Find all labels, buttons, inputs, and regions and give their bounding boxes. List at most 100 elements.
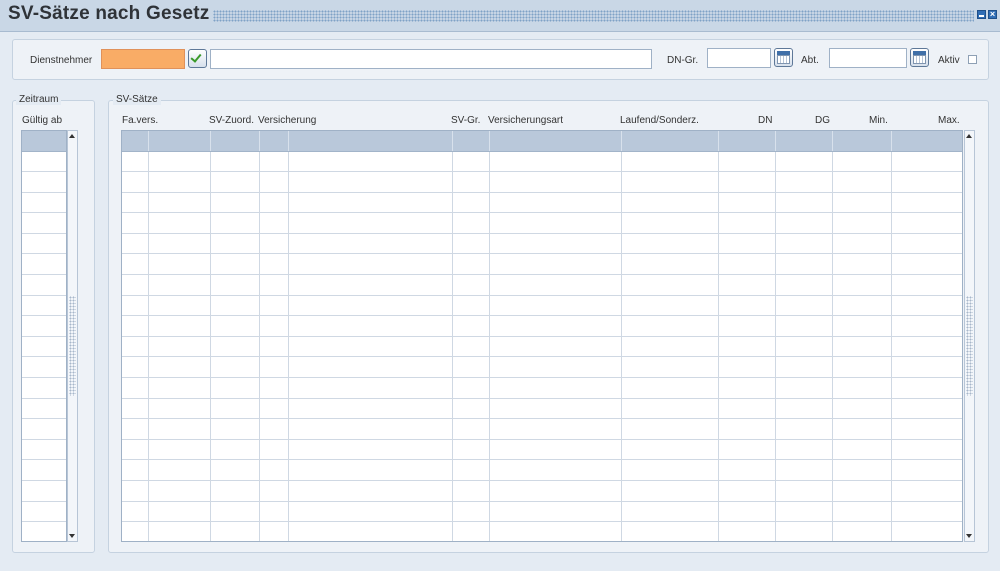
table-cell[interactable]: [621, 295, 719, 317]
table-cell[interactable]: [718, 253, 776, 276]
table-cell[interactable]: [718, 295, 776, 317]
table-cell[interactable]: [259, 356, 289, 379]
table-cell[interactable]: [259, 521, 289, 541]
table-cell[interactable]: [210, 501, 260, 523]
table-cell[interactable]: [832, 398, 892, 420]
table-cell[interactable]: [122, 151, 149, 173]
table-cell[interactable]: [621, 377, 719, 399]
table-cell[interactable]: [718, 192, 776, 214]
table-row[interactable]: [22, 295, 66, 317]
table-cell[interactable]: [891, 377, 962, 399]
table-cell[interactable]: [122, 295, 149, 317]
dienstnehmer-name-field[interactable]: [210, 49, 652, 69]
table-cell[interactable]: [775, 192, 833, 214]
table-cell[interactable]: [489, 295, 622, 317]
table-cell[interactable]: [775, 356, 833, 379]
table-cell[interactable]: [288, 336, 453, 358]
table-cell[interactable]: [832, 233, 892, 255]
table-cell[interactable]: [452, 295, 490, 317]
table-cell[interactable]: [288, 501, 453, 523]
table-cell[interactable]: [148, 356, 211, 379]
table-cell[interactable]: [288, 398, 453, 420]
table-cell[interactable]: [288, 151, 453, 173]
table-cell[interactable]: [489, 171, 622, 193]
table-cell[interactable]: [832, 274, 892, 296]
table-cell[interactable]: [891, 274, 962, 296]
table-cell[interactable]: [210, 418, 260, 440]
confirm-button[interactable]: [188, 49, 207, 68]
table-cell[interactable]: [148, 377, 211, 399]
table-cell[interactable]: [288, 377, 453, 399]
table-cell[interactable]: [775, 521, 833, 541]
svsaetze-table[interactable]: [121, 130, 963, 542]
table-cell[interactable]: [452, 439, 490, 461]
table-row[interactable]: [22, 336, 66, 358]
table-cell[interactable]: [288, 356, 453, 379]
table-cell[interactable]: [22, 253, 66, 276]
table-cell[interactable]: [22, 233, 66, 255]
abt-lookup-button[interactable]: [910, 48, 929, 67]
table-cell[interactable]: [148, 151, 211, 173]
table-cell[interactable]: [718, 501, 776, 523]
table-cell[interactable]: [122, 418, 149, 440]
table-cell[interactable]: [489, 233, 622, 255]
table-cell[interactable]: [259, 315, 289, 337]
table-cell[interactable]: [122, 253, 149, 276]
table-cell[interactable]: [775, 151, 833, 173]
table-row[interactable]: [22, 274, 66, 296]
table-cell[interactable]: [288, 521, 453, 541]
table-cell[interactable]: [775, 315, 833, 337]
table-cell[interactable]: [621, 253, 719, 276]
table-cell[interactable]: [122, 480, 149, 502]
table-row[interactable]: [22, 480, 66, 502]
table-cell[interactable]: [288, 274, 453, 296]
table-cell[interactable]: [148, 192, 211, 214]
table-cell[interactable]: [259, 171, 289, 193]
table-cell[interactable]: [775, 377, 833, 399]
table-row[interactable]: [122, 336, 962, 358]
table-row[interactable]: [22, 521, 66, 541]
table-cell[interactable]: [22, 418, 66, 440]
table-cell[interactable]: [621, 459, 719, 481]
table-cell[interactable]: [891, 336, 962, 358]
table-cell[interactable]: [621, 356, 719, 379]
table-cell[interactable]: [288, 459, 453, 481]
table-cell[interactable]: [210, 151, 260, 173]
table-cell[interactable]: [122, 501, 149, 523]
table-cell[interactable]: [489, 521, 622, 541]
table-cell[interactable]: [775, 480, 833, 502]
table-cell[interactable]: [122, 459, 149, 481]
table-cell[interactable]: [489, 315, 622, 337]
table-cell[interactable]: [288, 171, 453, 193]
table-cell[interactable]: [22, 274, 66, 296]
table-row[interactable]: [122, 151, 962, 173]
table-cell[interactable]: [210, 295, 260, 317]
table-cell[interactable]: [489, 192, 622, 214]
table-cell[interactable]: [489, 336, 622, 358]
table-cell[interactable]: [122, 521, 149, 541]
table-cell[interactable]: [148, 501, 211, 523]
table-row[interactable]: [22, 439, 66, 461]
table-cell[interactable]: [122, 171, 149, 193]
table-cell[interactable]: [832, 295, 892, 317]
table-cell[interactable]: [288, 192, 453, 214]
table-cell[interactable]: [122, 356, 149, 379]
table-cell[interactable]: [22, 315, 66, 337]
table-cell[interactable]: [891, 356, 962, 379]
table-row[interactable]: [122, 480, 962, 502]
svsaetze-scrollbar[interactable]: [964, 130, 975, 542]
table-cell[interactable]: [452, 459, 490, 481]
table-cell[interactable]: [122, 377, 149, 399]
table-cell[interactable]: [210, 315, 260, 337]
table-cell[interactable]: [122, 274, 149, 296]
scroll-grip[interactable]: [69, 295, 76, 396]
table-cell[interactable]: [452, 480, 490, 502]
table-cell[interactable]: [891, 439, 962, 461]
table-cell[interactable]: [452, 192, 490, 214]
table-cell[interactable]: [22, 295, 66, 317]
table-cell[interactable]: [210, 480, 260, 502]
dngr-lookup-button[interactable]: [774, 48, 793, 67]
table-cell[interactable]: [621, 233, 719, 255]
table-cell[interactable]: [621, 212, 719, 234]
table-cell[interactable]: [288, 233, 453, 255]
